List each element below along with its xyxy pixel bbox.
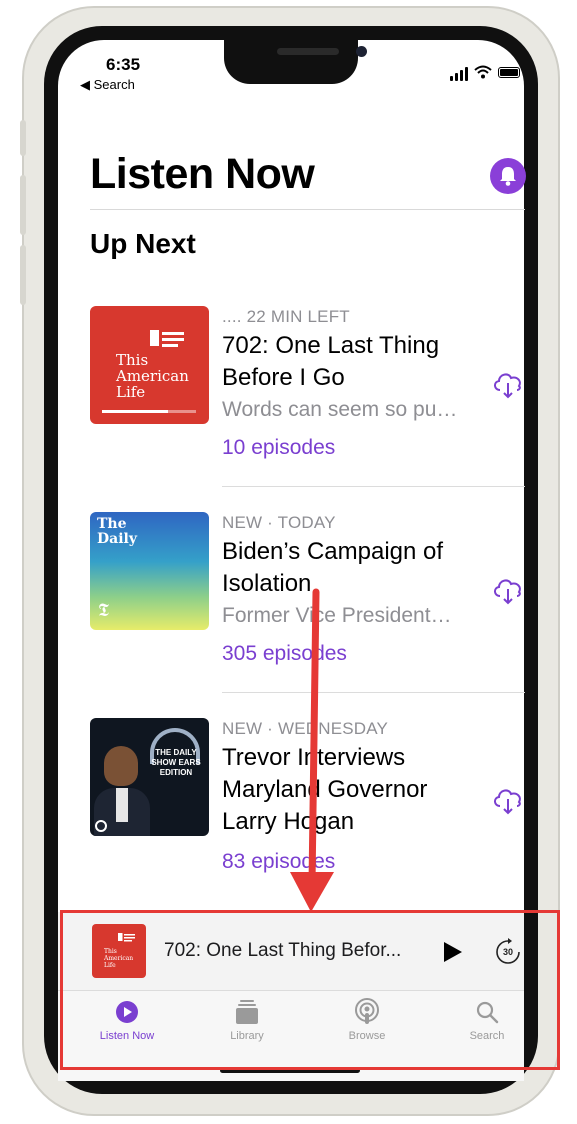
episode-count-link[interactable]: 10 episodes [222, 436, 335, 460]
mute-switch [20, 120, 26, 156]
artwork-text: The Daily [97, 516, 137, 547]
artwork-host-shirt [116, 788, 128, 822]
title-divider [90, 209, 525, 210]
row-divider [222, 486, 525, 487]
status-time: 6:35 [106, 55, 141, 74]
wifi-icon [474, 65, 492, 79]
bell-icon [500, 167, 516, 186]
artwork-text: THE DAILY SHOW EARS EDITION [151, 748, 201, 777]
episode-count-link[interactable]: 305 episodes [222, 642, 347, 666]
row-divider [222, 692, 525, 693]
podcast-artwork[interactable]: This American Life [90, 306, 209, 424]
nyt-logo-icon: 𝕿 [98, 600, 110, 621]
notifications-button[interactable] [490, 158, 526, 194]
tal-logo-icon [150, 330, 184, 347]
episode-meta: .... 22 MIN LEFT [222, 307, 350, 326]
download-icon[interactable] [490, 574, 526, 606]
episode-meta: NEW · WEDNESDAY [222, 719, 389, 738]
volume-up-button [20, 175, 26, 235]
back-to-search-link[interactable]: ◀ Search [80, 77, 135, 93]
notch [224, 40, 358, 84]
artwork-text: This American Life [116, 351, 189, 401]
front-camera [356, 46, 367, 57]
podcast-artwork[interactable]: THE DAILY SHOW EARS EDITION [90, 718, 209, 836]
annotation-highlight-box [60, 910, 560, 1070]
download-icon[interactable] [490, 784, 526, 816]
episode-title: 702: One Last Thing Before I Go [222, 332, 440, 391]
progress-fill [102, 410, 168, 413]
episode-item[interactable]: The Daily 𝕿 NEW · TODAY Biden’s Campaign… [90, 512, 525, 692]
episode-count-link[interactable]: 83 episodes [222, 850, 335, 874]
speaker-grille [277, 48, 339, 55]
section-title: Up Next [90, 228, 196, 259]
battery-icon [498, 67, 520, 78]
volume-down-button [20, 245, 26, 305]
episode-description: Words can seem so pu… [222, 398, 458, 421]
episode-meta: NEW · TODAY [222, 513, 336, 532]
page-title: Listen Now [90, 150, 315, 198]
download-icon[interactable] [490, 368, 526, 400]
episode-title: Trevor Interviews Maryland Governor Larr… [222, 744, 428, 835]
episode-item[interactable]: This American Life .... 22 MIN LEFT 702:… [90, 306, 525, 486]
episode-description: Former Vice President… [222, 604, 452, 627]
status-icons [450, 65, 520, 81]
artwork-host-figure [104, 746, 138, 786]
episode-title: Biden’s Campaign of Isolation [222, 538, 444, 597]
episode-item[interactable]: THE DAILY SHOW EARS EDITION NEW · WEDNES… [90, 718, 525, 908]
podcast-artwork[interactable]: The Daily 𝕿 [90, 512, 209, 630]
comedy-central-icon [95, 820, 107, 832]
